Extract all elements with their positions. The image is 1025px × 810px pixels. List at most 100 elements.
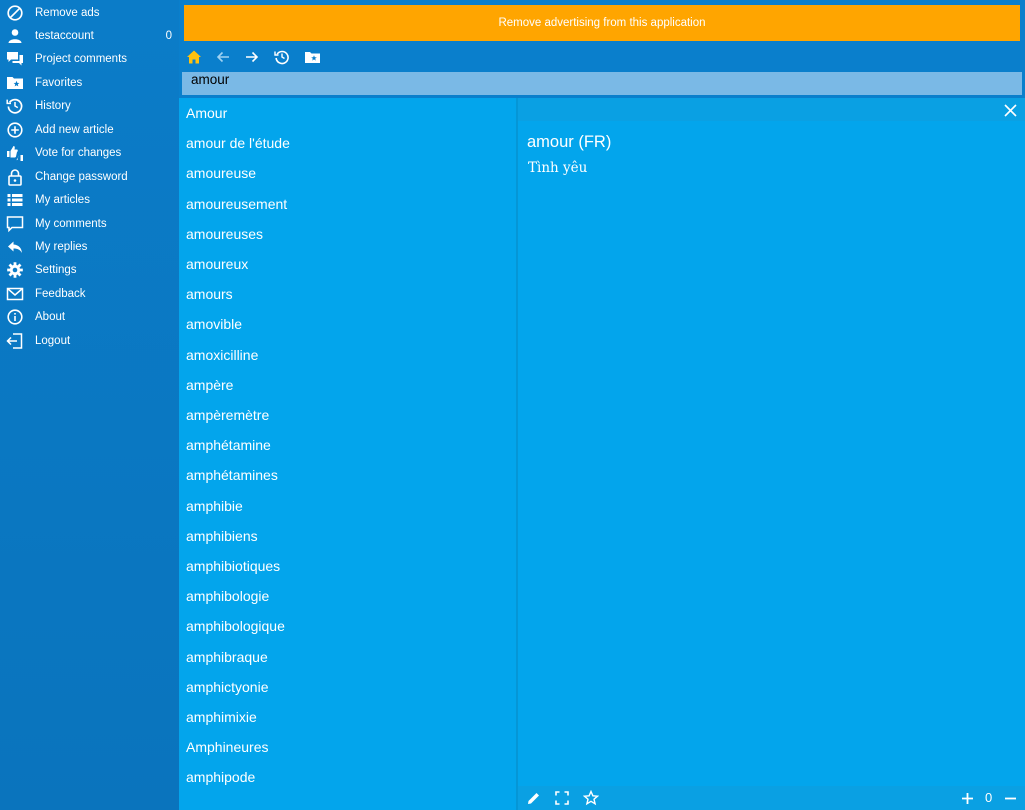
sidebar-item-count: 0 bbox=[165, 29, 172, 42]
sidebar-item-my-articles[interactable]: My articles bbox=[0, 189, 179, 212]
add-circle-icon bbox=[6, 121, 24, 139]
back-icon bbox=[216, 51, 229, 63]
close-button[interactable] bbox=[1001, 101, 1019, 119]
word-list: Amour amour de l'étude amoureuse amoureusem… bbox=[179, 98, 516, 810]
lock-icon bbox=[6, 168, 24, 186]
sidebar-item-my-comments[interactable]: My comments bbox=[0, 212, 179, 235]
list-item[interactable]: Amphineures bbox=[186, 739, 269, 755]
sidebar-item-change-password[interactable]: Change password bbox=[0, 165, 179, 188]
detail-pane: amour (FR) Tình yêu 0 bbox=[518, 98, 1025, 810]
list-item[interactable]: amphipode bbox=[186, 769, 255, 785]
history-icon bbox=[274, 50, 289, 65]
detail-bottom-bar: 0 bbox=[518, 786, 1025, 810]
sidebar-item-settings[interactable]: Settings bbox=[0, 259, 179, 282]
zoom-level: 0 bbox=[985, 790, 993, 805]
list-item[interactable]: amours bbox=[186, 286, 233, 302]
sidebar-item-remove-ads[interactable]: Remove ads bbox=[0, 1, 179, 24]
mail-icon bbox=[6, 285, 24, 303]
list-item[interactable]: amoureuses bbox=[186, 226, 263, 242]
edit-button[interactable] bbox=[524, 789, 542, 807]
comments-icon bbox=[6, 50, 24, 68]
list-item[interactable]: amphibraque bbox=[186, 649, 268, 665]
list-item[interactable]: amphibiotiques bbox=[186, 558, 280, 574]
gear-icon bbox=[6, 261, 24, 279]
user-icon bbox=[6, 27, 24, 45]
search-input[interactable] bbox=[182, 68, 1022, 91]
list-item[interactable]: amphétamine bbox=[186, 437, 271, 453]
fullscreen-icon bbox=[555, 791, 569, 805]
fullscreen-button[interactable] bbox=[553, 789, 571, 807]
home-icon bbox=[187, 50, 201, 64]
sidebar-item-history[interactable]: History bbox=[0, 95, 179, 118]
remove-ads-banner-text: Remove advertising from this application bbox=[498, 17, 706, 29]
sidebar-item-label: Feedback bbox=[35, 287, 86, 300]
sidebar-item-label: Project comments bbox=[35, 53, 128, 66]
sidebar-item-label: Remove ads bbox=[35, 6, 100, 19]
zoom-out-button[interactable] bbox=[1001, 789, 1019, 807]
favorites-folder-icon bbox=[304, 52, 320, 63]
sidebar-item-my-replies[interactable]: My replies bbox=[0, 236, 179, 259]
list-item[interactable]: amphibologie bbox=[186, 588, 269, 604]
list-item[interactable]: amovible bbox=[186, 316, 242, 332]
list-item[interactable]: amoureux bbox=[186, 256, 248, 272]
back-button[interactable] bbox=[212, 46, 234, 68]
vote-icon bbox=[6, 144, 24, 162]
block-icon bbox=[6, 4, 24, 22]
sidebar-item-favorites[interactable]: Favorites bbox=[0, 71, 179, 94]
sidebar-item-logout[interactable]: Logout bbox=[0, 329, 179, 352]
forward-button[interactable] bbox=[241, 46, 263, 68]
list-icon bbox=[6, 191, 24, 209]
list-item[interactable]: ampèremètre bbox=[186, 407, 269, 423]
sidebar-item-feedback[interactable]: Feedback bbox=[0, 282, 179, 305]
sidebar-item-label: Logout bbox=[35, 334, 71, 347]
list-item[interactable]: amphictyonie bbox=[186, 679, 269, 695]
list-item[interactable]: amphétamines bbox=[186, 467, 278, 483]
sidebar-item-about[interactable]: About bbox=[0, 306, 179, 329]
sidebar-item-label: Change password bbox=[35, 170, 128, 183]
sidebar-item-label: My articles bbox=[35, 194, 90, 207]
sidebar-item-label: Vote for changes bbox=[35, 147, 122, 160]
list-item[interactable]: amphibie bbox=[186, 498, 243, 514]
home-button[interactable] bbox=[183, 46, 205, 68]
logout-icon bbox=[6, 332, 24, 350]
sidebar-item-label: My comments bbox=[35, 217, 107, 230]
list-item[interactable]: amphimixie bbox=[186, 709, 257, 725]
reply-icon bbox=[6, 238, 24, 256]
list-item[interactable]: amphibologique bbox=[186, 618, 285, 634]
pencil-icon bbox=[527, 792, 539, 804]
history-icon bbox=[6, 97, 24, 115]
list-item[interactable]: amoureusement bbox=[186, 196, 287, 212]
list-item[interactable]: amoureuse bbox=[186, 165, 256, 181]
remove-ads-banner[interactable]: Remove advertising from this application bbox=[184, 5, 1020, 41]
history-button[interactable] bbox=[271, 46, 293, 68]
favorites-button[interactable] bbox=[301, 46, 323, 68]
sidebar: Remove ads testaccount 0 Project comments Fa… bbox=[0, 0, 179, 810]
sidebar-item-label: testaccount bbox=[35, 29, 94, 42]
search-box[interactable] bbox=[182, 68, 1022, 95]
list-item[interactable]: amoxicilline bbox=[186, 347, 258, 363]
list-item[interactable]: amphibiens bbox=[186, 528, 258, 544]
list-item[interactable]: ampère bbox=[186, 377, 233, 393]
plus-icon bbox=[961, 792, 973, 804]
sidebar-item-project-comments[interactable]: Project comments bbox=[0, 48, 179, 71]
info-icon bbox=[6, 308, 24, 326]
comment-icon bbox=[6, 215, 24, 233]
star-icon bbox=[583, 790, 599, 806]
close-icon bbox=[1003, 103, 1017, 117]
sidebar-item-vote-for-changes[interactable]: Vote for changes bbox=[0, 142, 179, 165]
forward-icon bbox=[246, 51, 259, 63]
zoom-in-button[interactable] bbox=[958, 789, 976, 807]
minus-icon bbox=[1004, 797, 1016, 799]
detail-header bbox=[518, 98, 1025, 121]
list-item[interactable]: Amour bbox=[186, 105, 227, 121]
sidebar-item-label: Settings bbox=[35, 264, 77, 277]
sidebar-item-label: Favorites bbox=[35, 76, 83, 89]
sidebar-item-label: History bbox=[35, 100, 71, 113]
favorite-button[interactable] bbox=[582, 789, 600, 807]
sidebar-item-testaccount[interactable]: testaccount 0 bbox=[0, 24, 179, 47]
entry-title: amour (FR) bbox=[527, 133, 612, 151]
entry-definition: Tình yêu bbox=[528, 160, 588, 176]
favorites-folder-icon bbox=[6, 74, 24, 92]
list-item[interactable]: amour de l'étude bbox=[186, 135, 290, 151]
sidebar-item-add-new-article[interactable]: Add new article bbox=[0, 118, 179, 141]
